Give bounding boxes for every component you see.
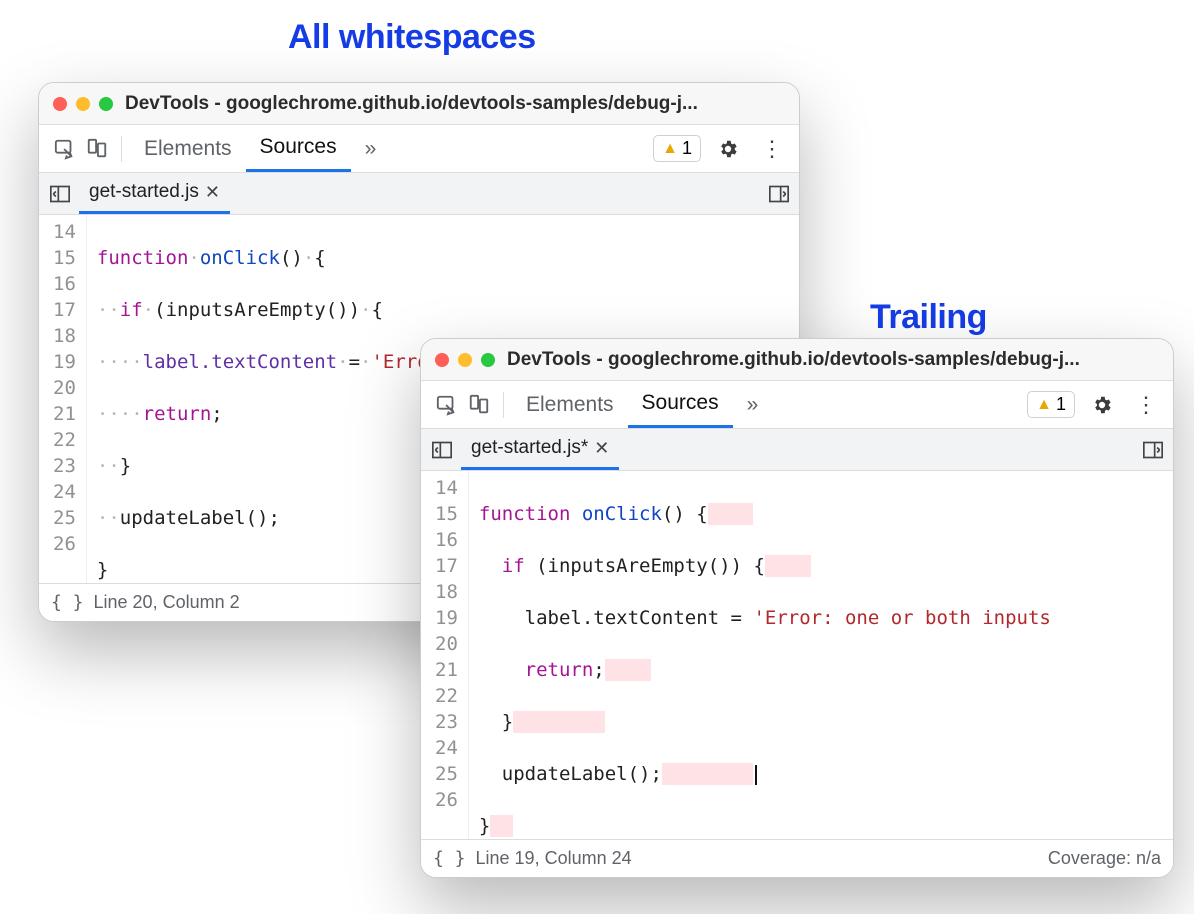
inspect-icon[interactable]	[431, 394, 463, 416]
tab-sources[interactable]: Sources	[628, 381, 733, 428]
navigator-toggle-icon[interactable]	[45, 185, 75, 203]
device-toggle-icon[interactable]	[463, 394, 495, 416]
annotation-all-whitespaces: All whitespaces	[288, 18, 536, 57]
debugger-toggle-icon[interactable]	[765, 185, 793, 203]
tab-elements[interactable]: Elements	[130, 125, 246, 172]
settings-gear-icon[interactable]	[711, 138, 745, 160]
close-window-button[interactable]	[53, 97, 67, 111]
tabs-overflow[interactable]: »	[733, 381, 773, 428]
text-cursor	[755, 765, 757, 785]
tab-sources[interactable]: Sources	[246, 125, 351, 172]
coverage-status: Coverage: n/a	[1048, 848, 1161, 869]
file-tab-bar: get-started.js* ✕	[421, 429, 1173, 471]
pretty-print-icon[interactable]: { }	[51, 592, 84, 613]
code-content[interactable]: function onClick() { if (inputsAreEmpty(…	[469, 471, 1051, 839]
file-tab[interactable]: get-started.js* ✕	[461, 429, 619, 470]
minimize-window-button[interactable]	[76, 97, 90, 111]
main-toolbar: Elements Sources » ▲1 ⋮	[39, 125, 799, 173]
window-title: DevTools - googlechrome.github.io/devtoo…	[507, 349, 1080, 371]
kebab-menu-icon[interactable]: ⋮	[755, 136, 789, 162]
minimize-window-button[interactable]	[458, 353, 472, 367]
traffic-lights	[435, 353, 495, 367]
debugger-toggle-icon[interactable]	[1139, 441, 1167, 459]
file-tab-bar: get-started.js ✕	[39, 173, 799, 215]
status-bar: { } Line 19, Column 24 Coverage: n/a	[421, 839, 1173, 877]
maximize-window-button[interactable]	[99, 97, 113, 111]
code-editor[interactable]: 14151617181920212223242526 function onCl…	[421, 471, 1173, 839]
warnings-chip[interactable]: ▲1	[653, 135, 701, 162]
traffic-lights	[53, 97, 113, 111]
maximize-window-button[interactable]	[481, 353, 495, 367]
tabs-overflow[interactable]: »	[351, 125, 391, 172]
window-title: DevTools - googlechrome.github.io/devtoo…	[125, 93, 698, 115]
settings-gear-icon[interactable]	[1085, 394, 1119, 416]
pretty-print-icon[interactable]: { }	[433, 848, 466, 869]
kebab-menu-icon[interactable]: ⋮	[1129, 392, 1163, 418]
file-tab[interactable]: get-started.js ✕	[79, 173, 230, 214]
device-toggle-icon[interactable]	[81, 138, 113, 160]
inspect-icon[interactable]	[49, 138, 81, 160]
close-tab-icon[interactable]: ✕	[205, 182, 220, 203]
close-window-button[interactable]	[435, 353, 449, 367]
titlebar: DevTools - googlechrome.github.io/devtoo…	[421, 339, 1173, 381]
titlebar: DevTools - googlechrome.github.io/devtoo…	[39, 83, 799, 125]
warnings-chip[interactable]: ▲1	[1027, 391, 1075, 418]
annotation-trailing: Trailing	[870, 298, 987, 337]
devtools-window-trailing: DevTools - googlechrome.github.io/devtoo…	[420, 338, 1174, 878]
file-tab-label: get-started.js	[89, 181, 199, 203]
main-toolbar: Elements Sources » ▲1 ⋮	[421, 381, 1173, 429]
cursor-position: Line 19, Column 24	[476, 848, 632, 869]
line-gutter: 14151617181920212223242526	[421, 471, 469, 839]
navigator-toggle-icon[interactable]	[427, 441, 457, 459]
line-gutter: 14151617181920212223242526	[39, 215, 87, 583]
cursor-position: Line 20, Column 2	[94, 592, 240, 613]
tab-elements[interactable]: Elements	[512, 381, 628, 428]
file-tab-label: get-started.js*	[471, 437, 588, 459]
close-tab-icon[interactable]: ✕	[594, 438, 609, 459]
